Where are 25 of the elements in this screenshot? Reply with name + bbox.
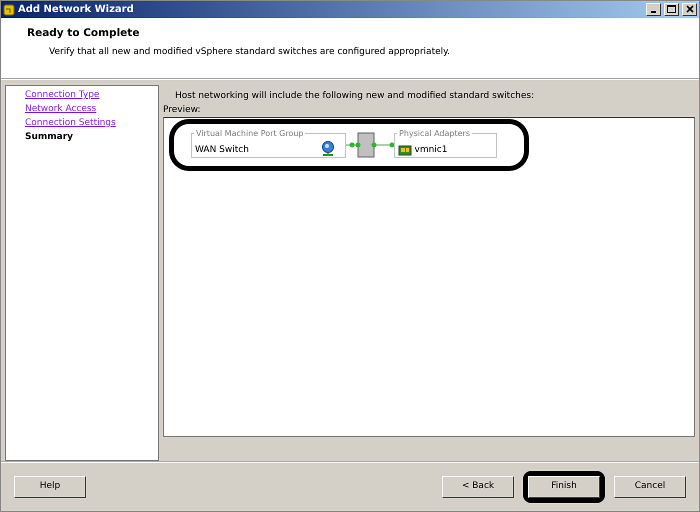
wizard-button[interactable]: Cancel	[614, 476, 686, 498]
network-card-icon	[398, 144, 412, 156]
network-globe-icon	[321, 140, 335, 156]
wizard-button[interactable]: Help	[14, 476, 86, 498]
maximize-button[interactable]	[664, 3, 679, 16]
step-link[interactable]: Summary	[25, 130, 158, 144]
step-link[interactable]: Network Access	[25, 102, 158, 116]
page-subtitle: Verify that all new and modified vSphere standard switches are configured appropriately.	[49, 46, 452, 59]
app-icon	[3, 4, 15, 16]
close-button[interactable]	[682, 3, 697, 16]
wizard-button[interactable]: Finish	[528, 476, 600, 498]
wizard-button[interactable]: < Back	[442, 476, 514, 498]
port-group-name: WAN Switch	[195, 144, 249, 154]
maximize-icon	[667, 5, 676, 14]
page-title: Ready to Complete	[27, 26, 140, 41]
step-link[interactable]: Connection Type	[25, 88, 158, 102]
adapter-name: vmnic1	[414, 144, 448, 156]
group-title: Physical Adapters	[397, 128, 472, 138]
preview-label: Preview:	[163, 104, 202, 116]
close-icon	[686, 5, 694, 14]
window-title: Add Network Wizard	[18, 3, 134, 17]
minimize-button[interactable]	[646, 3, 661, 16]
step-link[interactable]: Connection Settings	[25, 116, 158, 130]
intro-text: Host networking will include the following new and modified standard switches:	[175, 90, 536, 103]
group-title: Virtual Machine Port Group	[194, 128, 306, 138]
